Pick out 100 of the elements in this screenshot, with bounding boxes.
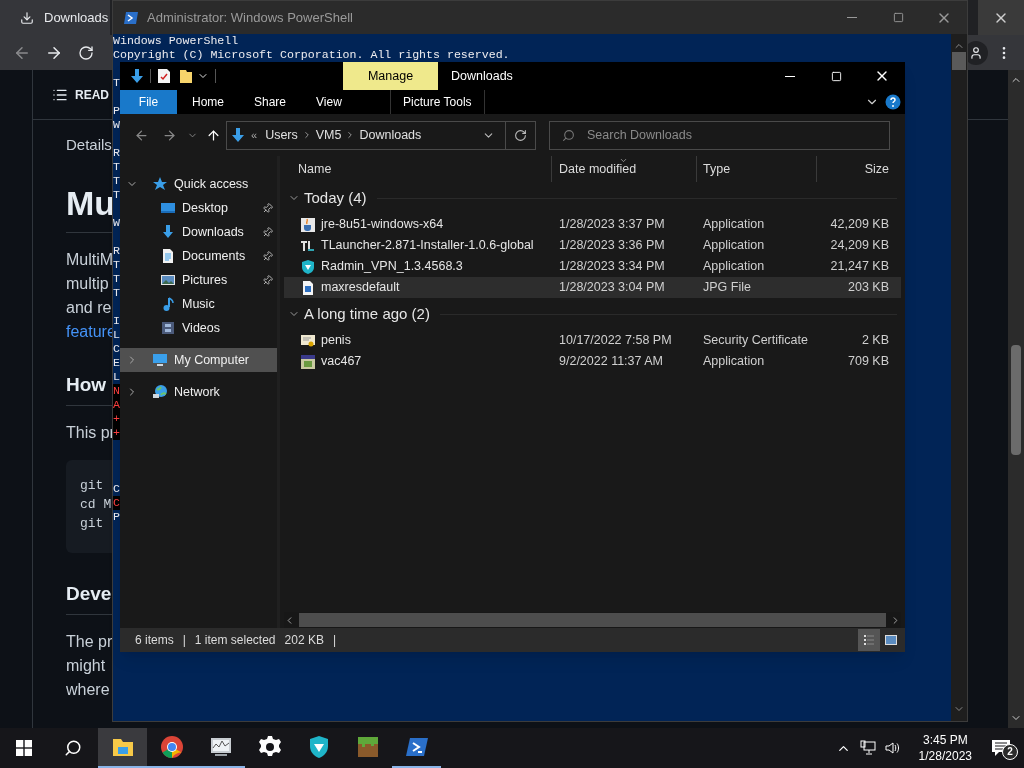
ribbon-tab[interactable]: Share xyxy=(239,90,302,114)
path-segment[interactable]: Users xyxy=(265,125,298,145)
coffee-cup-icon xyxy=(300,216,316,233)
column-header[interactable]: Type xyxy=(697,156,817,182)
taskbar-app[interactable] xyxy=(98,728,147,768)
nav-item[interactable]: Music xyxy=(120,292,277,316)
scroll-thumb[interactable] xyxy=(299,613,886,627)
shield-icon xyxy=(300,258,316,275)
file-row[interactable]: TLauncher-2.871-Installer-1.0.6-global 1/28/2023 3:36 PM Application 24,209 KB xyxy=(284,235,901,256)
console-line: I xyxy=(113,314,120,328)
column-header[interactable]: Name xyxy=(280,156,552,182)
certificate-icon xyxy=(300,332,316,349)
status-text: 202 KB xyxy=(284,632,324,649)
download-icon[interactable] xyxy=(130,68,144,84)
nav-item[interactable]: Videos xyxy=(120,316,277,340)
nav-item[interactable]: Quick access xyxy=(120,172,277,196)
nav-item[interactable]: Network xyxy=(120,380,277,404)
file-name: Radmin_VPN_1.3.4568.3 xyxy=(321,258,463,276)
globe-icon xyxy=(152,384,168,400)
search-icon xyxy=(562,128,575,142)
console-line: P xyxy=(113,510,120,524)
network-icon[interactable] xyxy=(859,740,876,756)
file-name: TLauncher-2.871-Installer-1.0.6-global xyxy=(321,237,534,255)
terminal-icon xyxy=(123,9,139,26)
size-cell-text: 709 KB xyxy=(847,353,890,371)
desktop-icon xyxy=(160,200,176,216)
file-name: jre-8u51-windows-x64 xyxy=(321,216,444,234)
details-view-button[interactable] xyxy=(858,629,880,651)
ribbon-tab[interactable]: View xyxy=(301,90,357,114)
readme-title: READ xyxy=(75,86,109,104)
document-icon xyxy=(160,248,176,264)
file-row[interactable]: vac467 9/2/2022 11:37 AM Application 709 KB xyxy=(284,351,901,372)
scrollbar[interactable] xyxy=(951,34,967,721)
date-cell-text: 1/28/2023 3:34 PM xyxy=(558,258,666,276)
console-line: L xyxy=(113,370,120,384)
column-header[interactable]: Size xyxy=(817,156,896,182)
image-file-icon xyxy=(300,279,316,296)
close-button[interactable] xyxy=(978,0,1024,35)
download-icon[interactable] xyxy=(231,127,245,143)
clock[interactable]: 3:45 PM 1/28/2023 xyxy=(912,728,978,768)
console-line: T xyxy=(113,272,120,286)
maximize-icon xyxy=(892,12,904,23)
nav-item[interactable]: Desktop xyxy=(120,196,277,220)
path-segment[interactable]: Downloads xyxy=(359,125,422,145)
date-cell-text: 1/28/2023 3:04 PM xyxy=(558,279,666,297)
type-cell-text: Application xyxy=(702,258,766,276)
type-cell-text: Security Certificate xyxy=(702,332,809,350)
scrollbar[interactable] xyxy=(1008,70,1024,728)
manage-tab[interactable]: Manage xyxy=(343,62,438,90)
path-segment[interactable]: VM5 xyxy=(315,125,342,145)
help-icon[interactable] xyxy=(885,94,901,110)
notification-button[interactable]: 2 xyxy=(978,728,1024,768)
section-heading: How xyxy=(66,373,107,397)
person-icon xyxy=(969,45,983,60)
nav-item[interactable]: My Computer xyxy=(120,348,277,372)
status-text: | xyxy=(332,632,337,649)
nav-item[interactable]: Downloads xyxy=(120,220,277,244)
windows-logo-icon xyxy=(16,740,32,756)
ribbon-tab[interactable]: Home xyxy=(177,90,239,114)
section-heading: Deve xyxy=(66,582,112,606)
folder-icon[interactable] xyxy=(179,68,193,84)
picture-icon xyxy=(160,272,176,288)
paragraph-line: might xyxy=(66,656,106,676)
file-row[interactable]: Radmin_VPN_1.3.4568.3 1/28/2023 3:34 PM Application 21,247 KB xyxy=(284,256,901,277)
search-input[interactable]: Search Downloads xyxy=(587,125,889,145)
scroll-thumb[interactable] xyxy=(952,52,966,70)
file-row[interactable]: penis 10/17/2022 7:58 PM Security Certificate 2 KB xyxy=(284,330,901,351)
search-field[interactable]: Search Downloads xyxy=(549,120,890,150)
details-label: Details xyxy=(66,135,112,155)
console-line: P xyxy=(113,104,120,118)
status-text: 1 item selected xyxy=(194,632,276,649)
column-header[interactable]: Date modified xyxy=(552,156,697,182)
date-cell-text: 9/2/2022 11:37 AM xyxy=(558,353,665,371)
console-line: W xyxy=(113,216,120,230)
file-row[interactable]: maxresdefault 1/28/2023 3:04 PM JPG File 203 KB xyxy=(284,277,901,298)
nav-item[interactable]: Pictures xyxy=(120,268,277,292)
type-cell-text: Application xyxy=(702,353,766,371)
nav-item[interactable]: Documents xyxy=(120,244,277,268)
file-row[interactable]: jre-8u51-windows-x64 1/28/2023 3:37 PM Application 42,209 KB xyxy=(284,214,901,235)
volume-icon[interactable] xyxy=(884,740,901,756)
scroll-thumb[interactable] xyxy=(1011,345,1021,455)
refresh-icon[interactable] xyxy=(514,128,527,142)
group-header[interactable]: Today (4) xyxy=(304,186,367,210)
grass-block-icon xyxy=(355,735,380,759)
minimize-icon xyxy=(785,75,795,77)
paragraph-line: multip xyxy=(66,274,109,294)
browser-tab[interactable]: Downloads xyxy=(0,0,110,35)
address-bar[interactable]: « Users VM5 Downloads xyxy=(226,120,536,150)
window-title: Downloads xyxy=(451,67,513,85)
ribbon-tab[interactable]: File xyxy=(120,90,177,114)
star-icon xyxy=(152,176,168,192)
group-header[interactable]: A long time ago (2) xyxy=(304,302,430,326)
status-text: | xyxy=(182,632,186,649)
size-cell-text: 24,209 KB xyxy=(829,237,890,255)
overflow-mark[interactable]: « xyxy=(251,126,258,144)
status-text: 6 items xyxy=(135,632,174,649)
paragraph-line: and re xyxy=(66,298,112,318)
properties-icon[interactable] xyxy=(157,68,171,84)
monitor-chart-icon xyxy=(208,735,233,759)
console-line: L xyxy=(113,328,120,342)
